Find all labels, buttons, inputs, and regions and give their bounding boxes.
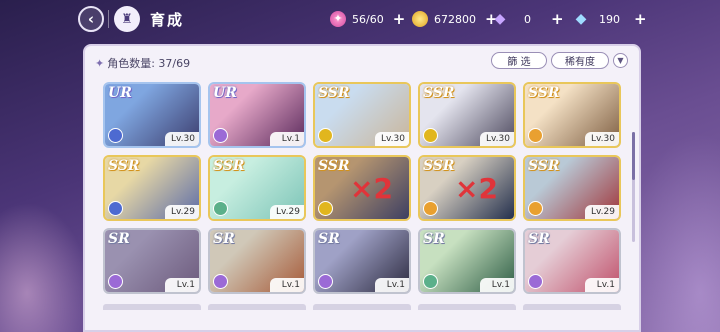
level-label: Lv.30 — [165, 132, 199, 146]
character-card[interactable]: SSR Lv.29 — [208, 155, 306, 221]
next-row-card[interactable] — [103, 304, 201, 310]
level-label: Lv.1 — [375, 278, 409, 292]
character-panel: ✦ 角色数量: 37/69 篩 选 稀有度 ▼ UR Lv.30 UR Lv.1 SSR L… — [83, 44, 641, 332]
page-title: 育成 — [150, 11, 185, 29]
purple-gem-icon: ◆ — [494, 11, 506, 27]
attribute-icon — [423, 128, 438, 143]
attribute-icon — [318, 274, 333, 289]
rarity-sort-button[interactable]: 稀有度 — [551, 52, 609, 69]
resource-candy: ✦ 56/60 + — [330, 9, 405, 29]
rarity-label: SSR — [423, 85, 455, 101]
character-card[interactable]: SSR ×2 — [313, 155, 411, 221]
character-card[interactable]: UR Lv.1 — [208, 82, 306, 148]
level-label: Lv.29 — [165, 205, 199, 219]
character-count-label: 角色数量: 37/69 — [107, 57, 191, 70]
attribute-icon — [318, 201, 333, 216]
rarity-label: SR — [423, 231, 445, 247]
character-card[interactable]: SSR Lv.30 — [313, 82, 411, 148]
top-bar: ‹ ♜ 育成 ✦ 56/60 + 672800 + ◆ 0 + ◆ 190 + — [0, 0, 720, 38]
character-card[interactable]: SR Lv.1 — [208, 228, 306, 294]
resource-gem-blue: ◆ 190 + — [573, 9, 647, 29]
character-card[interactable]: SSR Lv.29 — [523, 155, 621, 221]
rarity-label: SR — [108, 231, 130, 247]
attribute-icon — [528, 274, 543, 289]
rarity-label: SR — [213, 231, 235, 247]
rarity-label: SR — [318, 231, 340, 247]
chevron-left-icon: ‹ — [87, 10, 95, 28]
attribute-icon — [528, 128, 543, 143]
level-label: Lv.30 — [480, 132, 514, 146]
character-card[interactable]: SR Lv.1 — [523, 228, 621, 294]
rarity-label: SSR — [318, 85, 350, 101]
blue-gem-icon: ◆ — [575, 11, 587, 27]
coin-icon — [412, 11, 428, 27]
divider — [108, 10, 109, 28]
resource-coin: 672800 + — [412, 9, 498, 29]
sort-order-button[interactable]: ▼ — [613, 53, 628, 68]
character-card[interactable]: SR Lv.1 — [313, 228, 411, 294]
level-label: Lv.29 — [270, 205, 304, 219]
add-gem-purple-button[interactable]: + — [551, 10, 564, 28]
back-button[interactable]: ‹ — [78, 6, 104, 32]
attribute-icon — [213, 128, 228, 143]
level-label: Lv.30 — [585, 132, 619, 146]
rarity-label: UR — [108, 85, 132, 101]
level-label: Lv.1 — [480, 278, 514, 292]
castle-icon: ♜ — [121, 11, 133, 27]
next-row-card[interactable] — [313, 304, 411, 310]
rarity-label: SSR — [108, 158, 140, 174]
attribute-icon — [108, 201, 123, 216]
add-gem-blue-button[interactable]: + — [634, 10, 647, 28]
level-label: Lv.29 — [585, 205, 619, 219]
level-label: Lv.1 — [585, 278, 619, 292]
next-row-card[interactable] — [208, 304, 306, 310]
gem-purple-value: 0 — [524, 12, 531, 26]
character-card[interactable]: SSR Lv.30 — [418, 82, 516, 148]
resource-gem-purple: ◆ 0 + — [492, 9, 564, 29]
sparkle-icon: ✦ — [95, 57, 105, 70]
candy-icon: ✦ — [330, 11, 346, 27]
rarity-label: UR — [213, 85, 237, 101]
add-candy-button[interactable]: + — [393, 10, 406, 28]
attribute-icon — [318, 128, 333, 143]
rarity-label: SSR — [528, 158, 560, 174]
attribute-icon — [213, 201, 228, 216]
character-card[interactable]: SSR Lv.29 — [103, 155, 201, 221]
home-button[interactable]: ♜ — [114, 6, 140, 32]
rarity-label: SSR — [318, 158, 350, 174]
level-label: Lv.1 — [270, 278, 304, 292]
next-row-card[interactable] — [418, 304, 516, 310]
character-card[interactable]: SSR ×2 — [418, 155, 516, 221]
duplicate-count: ×2 — [350, 172, 393, 205]
filter-button[interactable]: 篩 选 — [491, 52, 547, 69]
rarity-label: SSR — [213, 158, 245, 174]
level-label: Lv.1 — [165, 278, 199, 292]
candy-value: 56/60 — [352, 12, 384, 26]
attribute-icon — [108, 128, 123, 143]
rarity-label: SSR — [423, 158, 455, 174]
character-card[interactable]: UR Lv.30 — [103, 82, 201, 148]
character-card[interactable]: SSR Lv.30 — [523, 82, 621, 148]
rarity-label: SR — [528, 231, 550, 247]
character-card[interactable]: SR Lv.1 — [103, 228, 201, 294]
coin-value: 672800 — [434, 12, 476, 26]
chevron-down-icon: ▼ — [617, 56, 624, 65]
attribute-icon — [108, 274, 123, 289]
next-row-card[interactable] — [523, 304, 621, 310]
character-card[interactable]: SR Lv.1 — [418, 228, 516, 294]
level-label: Lv.30 — [375, 132, 409, 146]
gem-blue-value: 190 — [599, 12, 620, 26]
attribute-icon — [423, 274, 438, 289]
rarity-label: SSR — [528, 85, 560, 101]
level-label: Lv.1 — [270, 132, 304, 146]
background-decoration — [0, 202, 90, 332]
scrollbar-thumb[interactable] — [632, 132, 635, 180]
character-count: ✦ 角色数量: 37/69 — [95, 55, 190, 71]
attribute-icon — [423, 201, 438, 216]
attribute-icon — [213, 274, 228, 289]
attribute-icon — [528, 201, 543, 216]
duplicate-count: ×2 — [455, 172, 498, 205]
